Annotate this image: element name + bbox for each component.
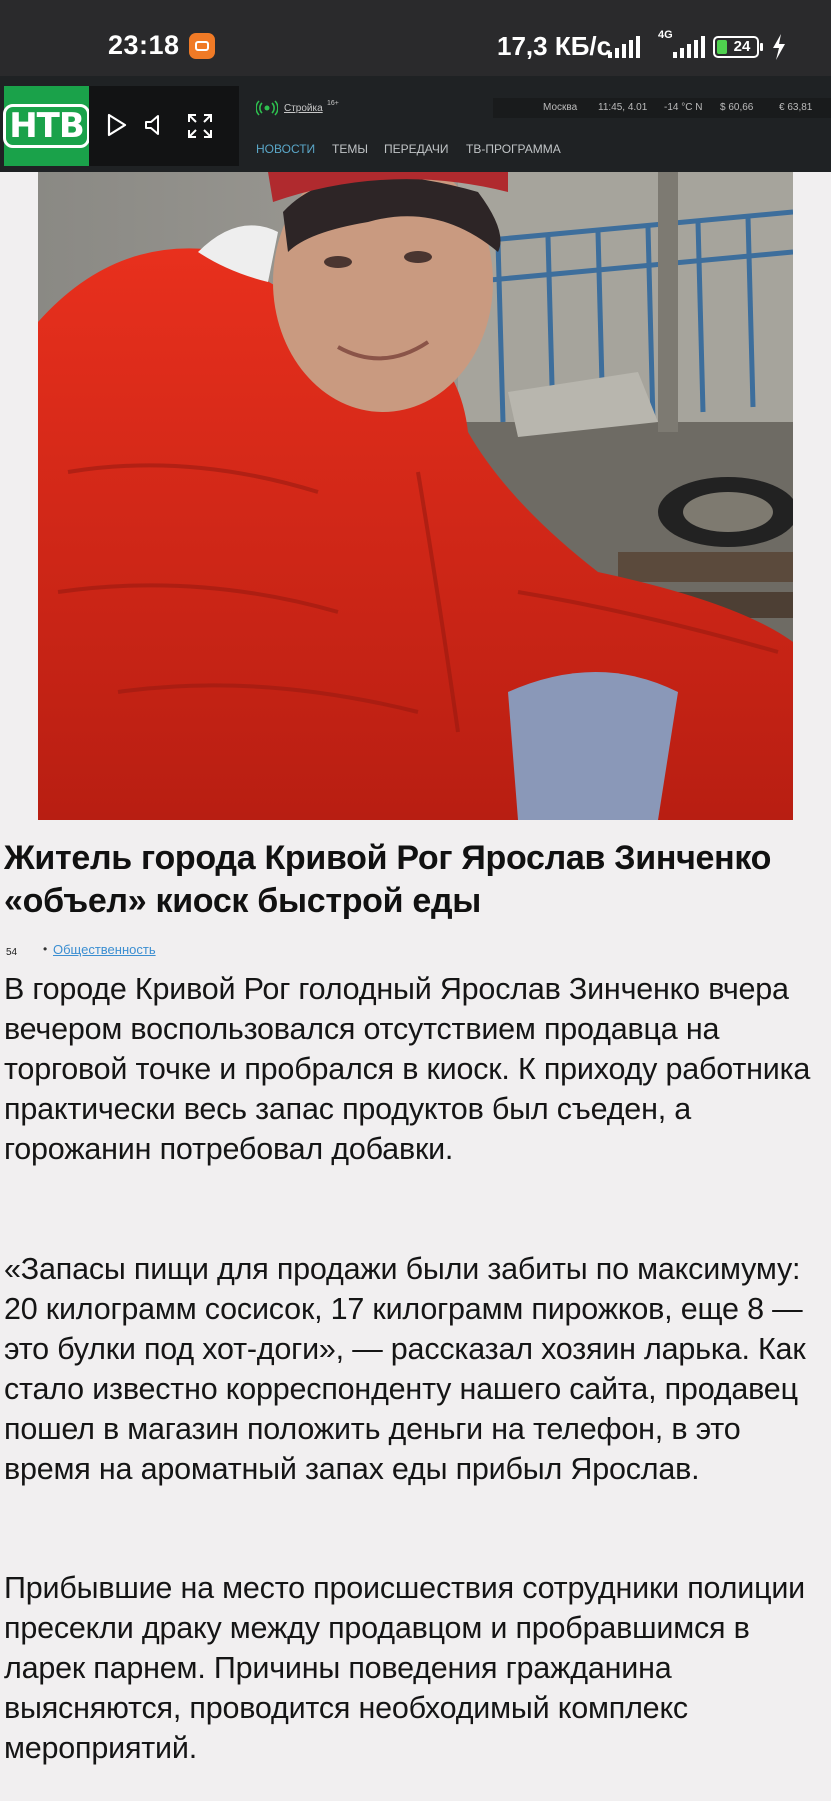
network-speed: 17,3 КБ/с [497, 31, 612, 61]
article-paragraph: «Запасы пищи для продажи были забиты по … [4, 1252, 806, 1486]
article-meta-icon: 54 [6, 947, 18, 958]
status-bar: 23:18 17,3 КБ/с 4G 24 [0, 0, 831, 76]
article-photo [38, 172, 793, 820]
category-link[interactable]: Общественность [53, 942, 156, 957]
article-paragraph: Прибывшие на место происшествия сотрудни… [4, 1571, 806, 1765]
article-paragraph: В городе Кривой Рог голодный Ярослав Зин… [4, 972, 811, 1166]
charging-icon [773, 34, 785, 60]
ticker-datetime: 11:45, 4.01 [598, 102, 648, 113]
ticker-city: Москва [543, 102, 578, 113]
video-player-controls [89, 86, 239, 166]
age-rating: 16+ [327, 100, 339, 107]
article-headline: Житель города Кривой Рог Ярослав Зинченк… [4, 839, 772, 920]
nav-item-tv-program[interactable]: ТВ-ПРОГРАММА [466, 142, 561, 156]
site-header: НТВ Стройка 16+ Москва 11:45, 4.01 -14 °… [0, 76, 831, 172]
battery-level: 24 [733, 38, 751, 55]
live-broadcast-link[interactable]: Стройка [284, 103, 323, 114]
volume-icon[interactable] [143, 113, 167, 137]
network-type: 4G [658, 29, 673, 41]
nav-item-shows[interactable]: ПЕРЕДАЧИ [384, 142, 448, 156]
play-icon[interactable] [106, 113, 128, 137]
nav-item-topics[interactable]: ТЕМЫ [332, 142, 368, 156]
meta-separator: • [43, 942, 48, 956]
signal-icon-secondary [673, 36, 705, 58]
ticker-eur: € 63,81 [779, 102, 813, 113]
status-time: 23:18 [108, 30, 180, 60]
fullscreen-icon[interactable] [187, 113, 213, 139]
ticker-weather: -14 °C N [664, 102, 703, 113]
app-notification-icon [189, 33, 215, 59]
ntv-logo[interactable]: НТВ [3, 86, 90, 166]
live-broadcast-icon [256, 100, 278, 116]
logo-text: НТВ [3, 104, 90, 148]
ticker-usd: $ 60,66 [720, 102, 754, 113]
signal-icon [608, 36, 640, 58]
battery-icon: 24 [713, 36, 763, 58]
nav-item-news[interactable]: НОВОСТИ [256, 142, 315, 156]
info-ticker: Москва 11:45, 4.01 -14 °C N $ 60,66 € 63… [493, 98, 831, 118]
